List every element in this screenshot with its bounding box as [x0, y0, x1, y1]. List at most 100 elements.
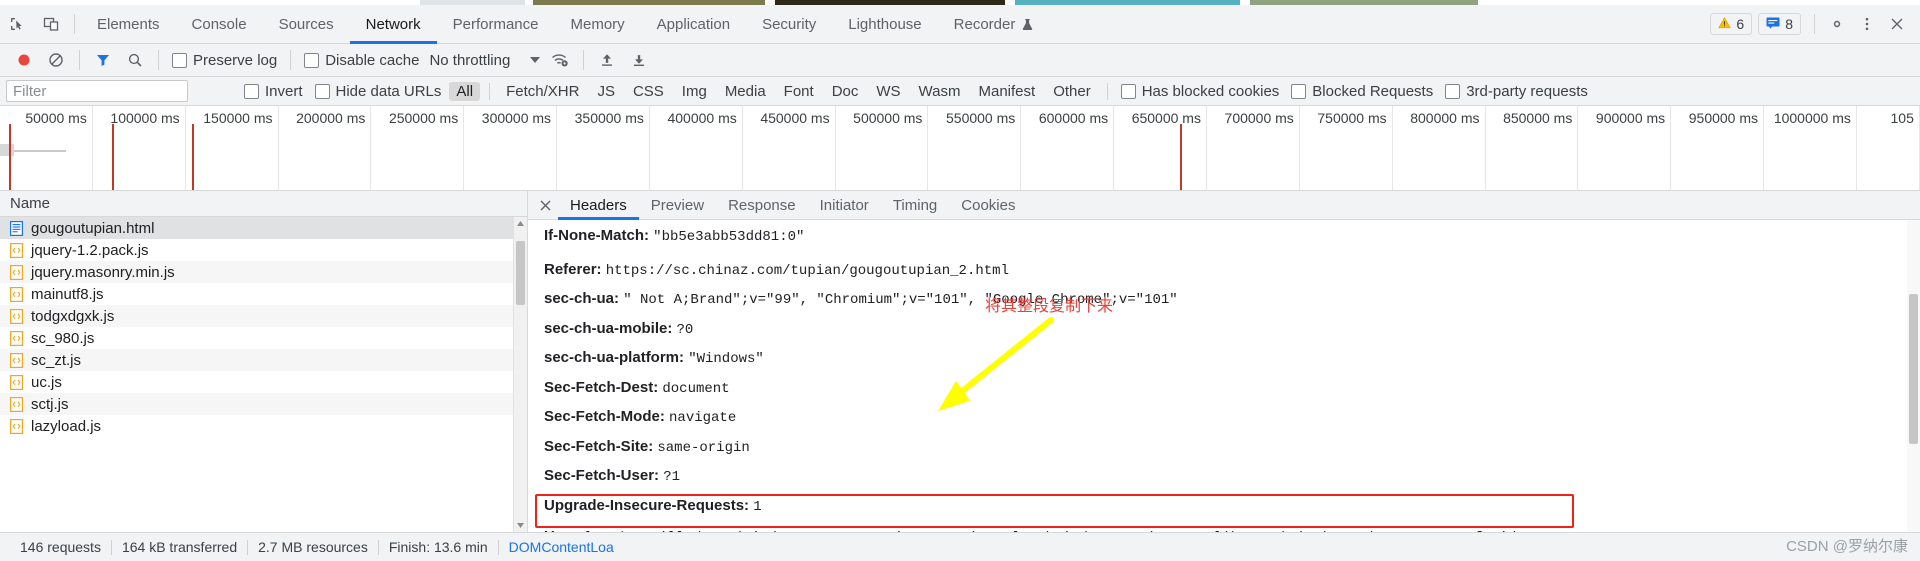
scrollbar-thumb[interactable] — [1909, 294, 1918, 444]
tabbar-right-controls: 6 8 — [1710, 5, 1920, 43]
filter-type-wasm[interactable]: Wasm — [912, 82, 968, 101]
details-tab-timing[interactable]: Timing — [881, 191, 949, 219]
tab-label: Security — [762, 15, 817, 33]
filter-type-font[interactable]: Font — [777, 82, 821, 101]
table-row[interactable]: sctj.js — [0, 393, 527, 415]
chevron-down-icon — [530, 57, 541, 63]
tab-network[interactable]: Network — [349, 5, 437, 44]
scroll-up-icon[interactable] — [514, 217, 527, 230]
header-value: ?1 — [663, 469, 681, 485]
details-scrollbar[interactable] — [1907, 220, 1920, 532]
clear-button[interactable] — [40, 46, 72, 74]
checkbox-box — [1120, 83, 1136, 99]
hide-data-urls-checkbox[interactable]: Hide data URLs — [314, 83, 441, 100]
table-row[interactable]: uc.js — [0, 371, 527, 393]
headers-body[interactable]: If-None-Match: "bb5e3abb53dd81:0" Refere… — [528, 220, 1920, 532]
invert-checkbox[interactable]: Invert — [244, 83, 303, 100]
tab-recorder[interactable]: Recorder — [938, 5, 1050, 43]
filter-type-media[interactable]: Media — [718, 82, 773, 101]
has-blocked-cookies-checkbox[interactable]: Has blocked cookies — [1120, 83, 1279, 100]
inspect-icon[interactable] — [0, 5, 34, 43]
request-list-scrollbar[interactable] — [513, 217, 527, 532]
third-party-requests-checkbox[interactable]: 3rd-party requests — [1445, 83, 1588, 100]
disable-cache-checkbox[interactable]: Disable cache — [304, 52, 419, 69]
header-name: Sec-Fetch-Site: — [544, 437, 654, 455]
table-row[interactable]: jquery.masonry.min.js — [0, 261, 527, 283]
table-row[interactable]: lazyload.js — [0, 415, 527, 437]
filter-type-other[interactable]: Other — [1046, 82, 1098, 101]
search-icon[interactable] — [119, 46, 151, 74]
filter-type-all[interactable]: All — [449, 81, 481, 101]
request-list-body[interactable]: gougoutupian.html jquery-1.2.pack.js jqu… — [0, 217, 527, 532]
filter-type-ws[interactable]: WS — [869, 82, 907, 101]
filter-icon[interactable] — [87, 46, 119, 74]
checkbox-box — [314, 83, 330, 99]
network-conditions-icon[interactable] — [544, 46, 576, 74]
request-name: sc_980.js — [31, 329, 95, 347]
header-name: If-None-Match: — [544, 227, 649, 244]
header-name: sec-ch-ua-mobile: — [544, 319, 673, 337]
header-name: sec-ch-ua: — [544, 290, 620, 307]
tab-security[interactable]: Security — [746, 5, 832, 43]
tab-performance[interactable]: Performance — [437, 5, 555, 43]
document-icon — [10, 220, 23, 236]
tab-label: Application — [656, 15, 731, 33]
close-icon[interactable] — [1882, 10, 1912, 38]
filter-input[interactable] — [6, 80, 188, 102]
filter-type-fetch-xhr[interactable]: Fetch/XHR — [499, 82, 586, 101]
tab-elements[interactable]: Elements — [81, 5, 176, 43]
tab-label: Performance — [452, 15, 539, 33]
filter-type-doc[interactable]: Doc — [825, 82, 866, 101]
filter-type-js[interactable]: JS — [590, 82, 622, 101]
overview-bars — [0, 124, 1920, 190]
device-toolbar-icon[interactable] — [34, 5, 68, 43]
warning-badge[interactable]: 6 — [1710, 13, 1753, 35]
script-icon — [10, 396, 23, 412]
details-tab-response[interactable]: Response — [716, 191, 808, 219]
throttling-value: No throttling — [429, 51, 511, 69]
script-icon — [10, 352, 23, 368]
request-name: gougoutupian.html — [31, 219, 155, 237]
preserve-log-checkbox[interactable]: Preserve log — [172, 52, 277, 69]
tab-lighthouse[interactable]: Lighthouse — [832, 5, 937, 43]
gear-icon[interactable] — [1822, 10, 1852, 38]
more-vertical-icon[interactable] — [1852, 10, 1882, 38]
network-overview-timeline[interactable]: 50000 ms 100000 ms 150000 ms 200000 ms 2… — [0, 106, 1920, 191]
status-domcontentloaded[interactable]: DOMContentLoa — [499, 539, 624, 555]
throttling-select[interactable]: No throttling — [425, 52, 544, 69]
details-tab-initiator[interactable]: Initiator — [808, 191, 881, 219]
tab-application[interactable]: Application — [641, 5, 746, 43]
header-value: https://sc.chinaz.com/tupian/gougoutupia… — [605, 262, 1009, 279]
header-value: "Windows" — [688, 351, 764, 367]
filter-type-manifest[interactable]: Manifest — [972, 82, 1043, 101]
filter-type-img[interactable]: Img — [675, 82, 714, 101]
filter-type-css[interactable]: CSS — [626, 82, 671, 101]
request-list-header[interactable]: Name — [0, 191, 527, 217]
import-har-icon[interactable] — [591, 46, 623, 74]
export-har-icon[interactable] — [623, 46, 655, 74]
table-row[interactable]: mainutf8.js — [0, 283, 527, 305]
tab-memory[interactable]: Memory — [555, 5, 641, 43]
close-details-icon[interactable] — [532, 191, 558, 219]
tab-label: Elements — [97, 15, 160, 33]
details-tab-headers[interactable]: Headers — [558, 191, 639, 220]
tab-console[interactable]: Console — [176, 5, 263, 43]
table-row[interactable]: gougoutupian.html — [0, 217, 527, 239]
header-row: sec-ch-ua-platform: "Windows" — [544, 344, 1920, 374]
table-row[interactable]: todgxdgxk.js — [0, 305, 527, 327]
header-row: sec-ch-ua: " Not A;Brand";v="99", "Chrom… — [544, 285, 1920, 315]
tab-sources[interactable]: Sources — [263, 5, 350, 43]
table-row[interactable]: sc_zt.js — [0, 349, 527, 371]
details-tab-cookies[interactable]: Cookies — [949, 191, 1027, 219]
record-button[interactable] — [8, 46, 40, 74]
message-badge[interactable]: 8 — [1758, 13, 1801, 35]
blocked-requests-checkbox[interactable]: Blocked Requests — [1291, 83, 1433, 100]
details-tab-preview[interactable]: Preview — [639, 191, 716, 219]
scrollbar-thumb[interactable] — [516, 241, 525, 305]
table-row[interactable]: jquery-1.2.pack.js — [0, 239, 527, 261]
header-value: " Not A;Brand";v="99", "Chromium";v="101… — [623, 292, 1178, 308]
panel-tabs: Elements Console Sources Network Perform… — [81, 5, 1050, 44]
table-row[interactable]: sc_980.js — [0, 327, 527, 349]
scroll-down-icon[interactable] — [514, 519, 527, 532]
preserve-log-label: Preserve log — [193, 51, 278, 69]
